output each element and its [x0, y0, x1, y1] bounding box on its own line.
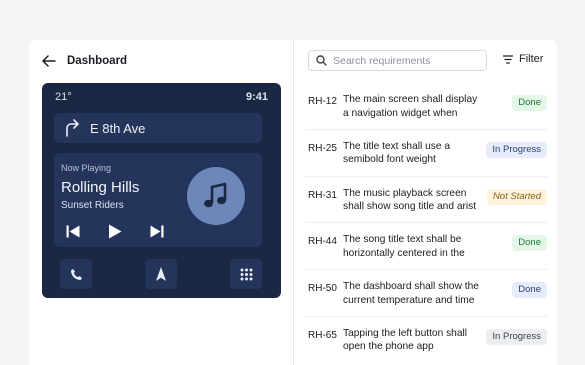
- skip-back-icon: [66, 225, 80, 237]
- play-icon: [109, 224, 122, 238]
- artist-name: Sunset Riders: [61, 200, 124, 211]
- requirement-id: RH-44: [308, 236, 337, 248]
- phone-button[interactable]: [60, 259, 92, 289]
- status-badge: Done: [512, 282, 547, 299]
- skip-forward-icon: [150, 225, 164, 237]
- skip-forward-button[interactable]: [145, 222, 169, 240]
- album-art: [187, 167, 245, 225]
- header: Dashboard: [41, 50, 127, 72]
- requirement-id: RH-31: [308, 189, 337, 201]
- status-badge: Not Started: [486, 188, 547, 205]
- requirement-text: Tapping the left button shall open the p…: [343, 327, 468, 353]
- navigation-arrow-icon: [156, 267, 166, 281]
- filter-icon: [503, 54, 513, 64]
- requirement-text: The song title text shall be horizontall…: [343, 234, 465, 259]
- requirement-row[interactable]: RH-25 The title text shall use a semibol…: [305, 130, 547, 177]
- page-title: Dashboard: [67, 55, 128, 67]
- navigation-widget[interactable]: E 8th Ave: [54, 113, 262, 143]
- requirement-id: RH-65: [308, 329, 337, 341]
- requirements-panel: Filter RH-12 The main screen shall displ…: [295, 40, 557, 365]
- requirements-list: RH-12 The main screen shall display a na…: [305, 83, 547, 364]
- requirement-id: RH-12: [308, 96, 337, 107]
- now-playing-label: Now Playing: [61, 163, 112, 173]
- temperature-readout: 21°: [55, 91, 72, 103]
- requirement-text: The dashboard shall show the current tem…: [343, 281, 479, 306]
- search-icon: [316, 55, 327, 66]
- time-readout: 9:41: [245, 91, 268, 103]
- car-screen-preview: 21° 9:41 E 8th Ave Now Playing Rolling H…: [42, 83, 281, 298]
- page: Dashboard 21° 9:41 E 8th Ave Now Playing…: [29, 40, 557, 365]
- skip-back-button[interactable]: [61, 222, 85, 240]
- turn-right-arrow-icon: [66, 119, 79, 137]
- app-grid-icon: [240, 268, 252, 280]
- app-grid-button[interactable]: [230, 259, 262, 289]
- requirement-row[interactable]: RH-12 The main screen shall display a na…: [305, 83, 547, 130]
- status-badge: In Progress: [486, 141, 547, 158]
- navigation-button[interactable]: [145, 259, 177, 289]
- requirement-id: RH-25: [308, 142, 337, 154]
- phone-icon: [70, 268, 82, 280]
- play-button[interactable]: [103, 222, 127, 240]
- requirement-row[interactable]: RH-50 The dashboard shall show the curre…: [305, 270, 547, 317]
- song-title: Rolling Hills: [61, 179, 140, 196]
- car-status-bar: 21° 9:41: [42, 91, 281, 103]
- requirement-text: The main screen shall display a navigati…: [343, 94, 478, 119]
- back-button[interactable]: [41, 53, 57, 69]
- search-box[interactable]: [308, 50, 487, 71]
- playback-controls: [61, 222, 169, 240]
- filter-label: Filter: [519, 53, 544, 65]
- filter-button[interactable]: Filter: [503, 53, 543, 65]
- status-badge: Done: [512, 235, 547, 252]
- status-badge: In Progress: [486, 328, 547, 345]
- arrow-left-icon: [42, 55, 56, 67]
- music-note-icon: [204, 182, 227, 208]
- requirement-text: The title text shall use a semibold font…: [343, 140, 451, 166]
- requirement-row[interactable]: RH-44 The song title text shall be horiz…: [305, 223, 547, 271]
- status-badge: Done: [512, 95, 547, 111]
- search-input[interactable]: [333, 54, 483, 67]
- nav-street-name: E 8th Ave: [90, 120, 146, 136]
- requirement-row[interactable]: RH-65 Tapping the left button shall open…: [305, 317, 547, 364]
- requirement-id: RH-50: [308, 283, 337, 295]
- requirement-row[interactable]: RH-31 The music playback screen shall sh…: [305, 177, 547, 224]
- requirement-text: The music playback screen shall show son…: [343, 187, 477, 213]
- preview-panel: Dashboard 21° 9:41 E 8th Ave Now Playing…: [29, 40, 294, 365]
